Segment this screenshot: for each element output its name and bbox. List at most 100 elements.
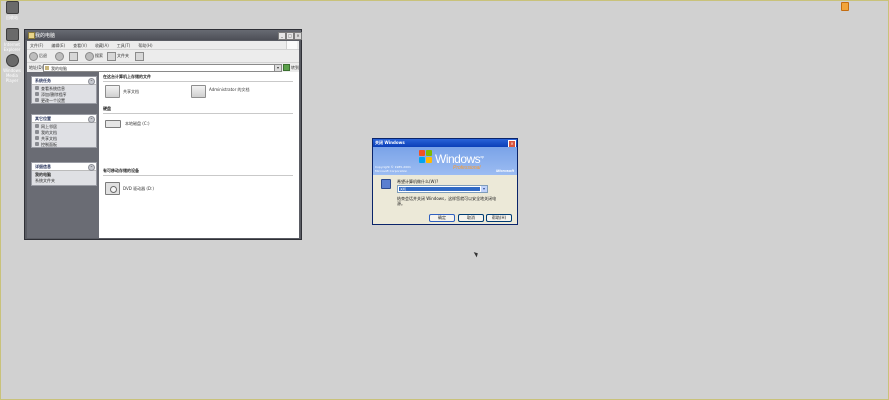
back-label: 后退 [39,53,47,58]
address-input[interactable]: 我的电脑 ▾ [43,64,282,72]
computer-icon [381,179,391,189]
address-label: 地址(D) [29,65,44,70]
brand-sup: xp [480,154,484,159]
folders-icon [107,51,116,61]
info-icon [35,86,39,90]
search-icon [85,51,94,61]
chevron-up-icon[interactable]: ^ [88,78,95,85]
minimize-button[interactable]: _ [278,32,286,40]
details-kind: 系统文件夹 [35,178,55,183]
documents-icon [35,130,39,134]
views-icon [135,51,144,61]
desktop-icon-label: 回收站 [6,15,18,20]
go-button[interactable]: 转到 [283,64,299,71]
go-label: 转到 [291,64,299,70]
other-places-group: 其它位置 ^ 网上邻居 我的文档 共享文档 控制面板 [31,114,97,148]
details-body: 我的电脑 系统文件夹 [32,171,96,185]
place-control-panel[interactable]: 控制面板 [32,141,96,147]
shutdown-dialog: 关闭 Windows × Copyright © 1985-2001 Micro… [372,138,518,225]
chevron-up-icon[interactable]: ^ [88,164,95,171]
network-icon [35,124,39,128]
desktop-icon-label: Internet Explorer [3,42,21,52]
chevron-up-icon[interactable]: ^ [88,116,95,123]
microsoft-logo: Microsoft [496,168,514,173]
shutdown-dialog-titlebar[interactable]: 关闭 Windows × [373,139,517,148]
folder-up-icon [69,51,78,61]
hard-drive-icon [105,120,121,128]
windows-brand: Windowsxp [435,152,484,166]
folders-button[interactable]: 文件夹 [107,51,129,61]
window-title: 我的电脑 [35,33,56,39]
windows-xp-banner: Copyright © 1985-2001 Microsoft Corporat… [373,147,517,175]
item-label: 共享文档 [123,89,139,94]
task-label: 更改一个设置 [41,98,65,103]
folder-icon [105,85,120,98]
system-tasks-title: 系统任务 [35,78,51,83]
notification-icon[interactable] [841,2,849,11]
system-tasks-header[interactable]: 系统任务 ^ [32,77,96,85]
control-panel-icon [35,142,39,146]
ok-button[interactable]: 确定 [429,214,455,222]
details-header[interactable]: 详细信息 ^ [32,163,96,171]
details-title: 详细信息 [35,164,51,169]
desktop-icon-media-player[interactable]: Windows Media Player [0,54,24,83]
selected-option: 关机 [399,187,480,191]
other-places-header[interactable]: 其它位置 ^ [32,115,96,123]
chevron-down-icon[interactable]: ▾ [481,186,487,192]
back-button[interactable]: 后退 [29,51,47,61]
forward-button[interactable] [55,51,64,61]
cancel-button[interactable]: 取消 [458,214,484,222]
desktop-icon-recycle-bin[interactable]: 回收站 [0,1,24,20]
item-label: Administrator 的文档 [209,87,250,92]
go-arrow-icon [283,64,290,71]
chevron-down-icon[interactable]: ▾ [274,65,281,71]
item-label: 本地磁盘 (C:) [125,121,150,126]
computer-icon [28,32,35,39]
maximize-button[interactable]: □ [286,32,294,40]
recycle-bin-icon [5,1,19,14]
other-places-title: 其它位置 [35,116,51,121]
internet-explorer-icon [5,28,19,41]
section-removable-header: 有可移动存储的设备 [103,168,293,176]
explorer-window: 我的电脑 _ □ × 文件(F) 编辑(E) 查看(V) 收藏(A) 工具(T) 帮助(H… [24,29,302,240]
programs-icon [35,92,39,96]
item-label: DVD 驱动器 (D:) [123,186,154,191]
copyright-text: Copyright © 1985-2001 Microsoft Corporat… [375,165,411,173]
menu-bar: 文件(F) 编辑(E) 查看(V) 收藏(A) 工具(T) 帮助(H) [27,41,299,49]
folder-icon [191,85,206,98]
dialog-title: 关闭 Windows [375,140,405,145]
windows-logo-icon [286,41,297,49]
computer-icon [45,66,49,70]
folders-label: 文件夹 [117,53,129,58]
cd-drive-icon [105,182,120,195]
desktop-icon-label: Windows Media Player [3,68,21,83]
edition-text: Professional [453,165,481,171]
toolbar: 后退 搜索 文件夹 [27,49,299,62]
search-label: 搜索 [95,53,103,58]
control-panel-icon [35,98,39,102]
explorer-titlebar[interactable]: 我的电脑 _ □ × [25,30,302,40]
section-files-header: 在这台计算机上存储的文件 [103,74,293,82]
windows-flag-icon [419,150,433,164]
details-group: 详细信息 ^ 我的电脑 系统文件夹 [31,162,97,186]
address-bar: 地址(D) 我的电脑 ▾ 转到 [27,62,299,72]
forward-arrow-icon [55,51,64,61]
brand-name: Windows [435,152,481,166]
copyright-line: Microsoft Corporation [375,169,408,173]
shutdown-option-select[interactable]: 关机 ▾ [397,185,488,193]
views-button[interactable] [135,51,144,61]
desktop-icon-internet-explorer[interactable]: Internet Explorer [0,28,24,52]
task-pane: 系统任务 ^ 查看系统信息 添加/删除程序 更改一个设置 其它位置 ^ 网上邻居… [27,72,99,238]
content-pane: 在这台计算机上存储的文件 共享文档 Administrator 的文档 硬盘 本… [99,72,299,238]
help-button[interactable]: 帮助(H) [486,214,512,222]
task-change-setting[interactable]: 更改一个设置 [32,97,96,103]
back-arrow-icon [29,51,38,61]
search-button[interactable]: 搜索 [85,51,103,61]
up-button[interactable] [69,51,78,61]
close-button[interactable]: × [294,32,302,40]
folder-icon [35,136,39,140]
section-drives-header: 硬盘 [103,106,293,114]
media-player-icon [5,54,19,67]
system-tasks-group: 系统任务 ^ 查看系统信息 添加/删除程序 更改一个设置 [31,76,97,104]
place-label: 控制面板 [41,142,57,147]
